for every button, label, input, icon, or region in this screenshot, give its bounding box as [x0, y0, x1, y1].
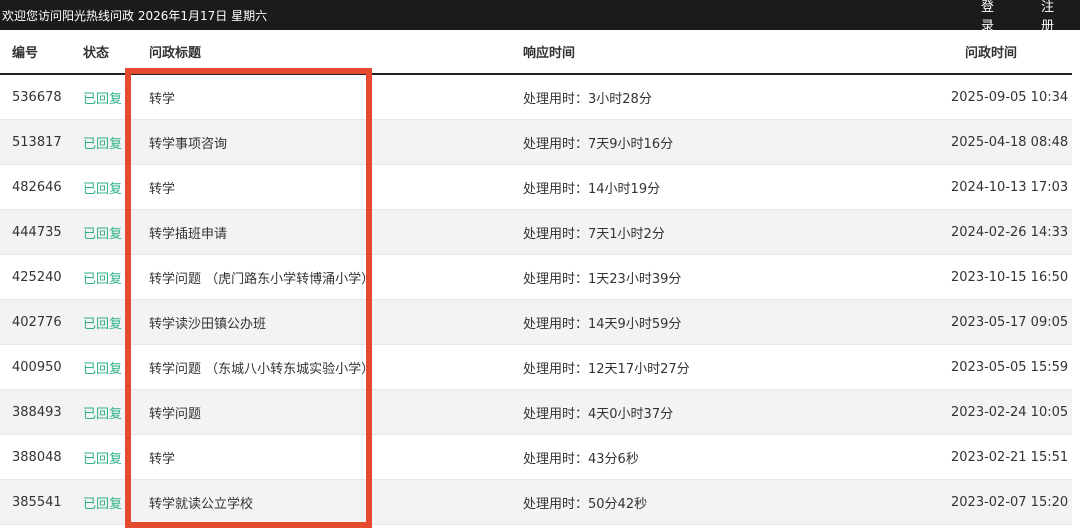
table-header-row: 编号 状态 问政标题 响应时间 问政时间: [0, 30, 1072, 75]
row-id: 482646: [0, 164, 83, 210]
row-response-time: 处理用时：7天1小时2分: [523, 209, 951, 255]
row-id: 388493: [0, 389, 83, 435]
header-id: 编号: [0, 30, 83, 75]
welcome-text: 欢迎您访问阳光热线问政 2026年1月17日 星期六: [2, 8, 268, 23]
table-row[interactable]: 536678 已回复 转学 处理用时：3小时28分 2025-09-05 10:…: [0, 74, 1072, 120]
row-status: 已回复: [83, 299, 149, 345]
row-title: 转学就读公立学校: [149, 479, 523, 525]
row-inquiry-time: 2024-10-13 17:03: [951, 164, 1072, 210]
table-row[interactable]: 385541 已回复 转学就读公立学校 处理用时：50分42秒 2023-02-…: [0, 479, 1072, 525]
table-row[interactable]: 388493 已回复 转学问题 处理用时：4天0小时37分 2023-02-24…: [0, 389, 1072, 435]
status-text: 已回复: [83, 496, 123, 512]
table-body: 536678 已回复 转学 处理用时：3小时28分 2025-09-05 10:…: [0, 74, 1072, 525]
login-link[interactable]: 登录: [981, 0, 994, 34]
row-status: 已回复: [83, 119, 149, 165]
table-row[interactable]: 400950 已回复 转学问题 （东城八小转东城实验小学） 处理用时：12天17…: [0, 344, 1072, 390]
title-link[interactable]: 转学问题: [149, 407, 201, 422]
row-title: 转学读沙田镇公办班: [149, 299, 523, 345]
row-title: 转学插班申请: [149, 209, 523, 255]
row-status: 已回复: [83, 479, 149, 525]
table-row[interactable]: 513817 已回复 转学事项咨询 处理用时：7天9小时16分 2025-04-…: [0, 119, 1072, 165]
row-id: 536678: [0, 74, 83, 120]
title-link[interactable]: 转学问题 （东城八小转东城实验小学）: [149, 362, 374, 377]
row-title: 转学: [149, 434, 523, 480]
row-status: 已回复: [83, 434, 149, 480]
table-row[interactable]: 402776 已回复 转学读沙田镇公办班 处理用时：14天9小时59分 2023…: [0, 299, 1072, 345]
status-text: 已回复: [83, 451, 123, 467]
header-status: 状态: [83, 30, 149, 75]
row-response-time: 处理用时：50分42秒: [523, 479, 951, 525]
status-text: 已回复: [83, 226, 123, 242]
inquiry-table: 编号 状态 问政标题 响应时间 问政时间 536678 已回复 转学 处理用时：…: [0, 30, 1072, 525]
row-inquiry-time: 2025-04-18 08:48: [951, 119, 1072, 165]
row-response-time: 处理用时：43分6秒: [523, 434, 951, 480]
table-row[interactable]: 444735 已回复 转学插班申请 处理用时：7天1小时2分 2024-02-2…: [0, 209, 1072, 255]
title-link[interactable]: 转学事项咨询: [149, 137, 227, 152]
row-title: 转学: [149, 74, 523, 120]
row-inquiry-time: 2023-10-15 16:50: [951, 254, 1072, 300]
row-status: 已回复: [83, 164, 149, 210]
row-response-time: 处理用时：4天0小时37分: [523, 389, 951, 435]
status-text: 已回复: [83, 316, 123, 332]
row-id: 513817: [0, 119, 83, 165]
status-text: 已回复: [83, 136, 123, 152]
row-status: 已回复: [83, 389, 149, 435]
status-text: 已回复: [83, 361, 123, 377]
title-link[interactable]: 转学读沙田镇公办班: [149, 317, 266, 332]
row-title: 转学: [149, 164, 523, 210]
row-inquiry-time: 2023-05-17 09:05: [951, 299, 1072, 345]
row-response-time: 处理用时：7天9小时16分: [523, 119, 951, 165]
row-status: 已回复: [83, 254, 149, 300]
row-title: 转学事项咨询: [149, 119, 523, 165]
status-text: 已回复: [83, 91, 123, 107]
row-title: 转学问题: [149, 389, 523, 435]
row-response-time: 处理用时：12天17小时27分: [523, 344, 951, 390]
row-id: 402776: [0, 299, 83, 345]
register-link[interactable]: 注册: [1041, 0, 1054, 34]
status-text: 已回复: [83, 271, 123, 287]
row-title: 转学问题 （东城八小转东城实验小学）: [149, 344, 523, 390]
title-link[interactable]: 转学就读公立学校: [149, 497, 253, 512]
row-status: 已回复: [83, 74, 149, 120]
status-text: 已回复: [83, 181, 123, 197]
row-status: 已回复: [83, 344, 149, 390]
title-link[interactable]: 转学插班申请: [149, 227, 227, 242]
row-response-time: 处理用时：1天23小时39分: [523, 254, 951, 300]
row-id: 400950: [0, 344, 83, 390]
status-text: 已回复: [83, 406, 123, 422]
row-inquiry-time: 2024-02-26 14:33: [951, 209, 1072, 255]
title-link[interactable]: 转学: [149, 452, 175, 467]
row-inquiry-time: 2023-02-07 15:20: [951, 479, 1072, 525]
row-inquiry-time: 2023-02-24 10:05: [951, 389, 1072, 435]
row-id: 444735: [0, 209, 83, 255]
title-link[interactable]: 转学: [149, 182, 175, 197]
header-inquiry-time: 问政时间: [951, 30, 1072, 75]
table-row[interactable]: 425240 已回复 转学问题 （虎门路东小学转博涌小学） 处理用时：1天23小…: [0, 254, 1072, 300]
row-response-time: 处理用时：14小时19分: [523, 164, 951, 210]
row-inquiry-time: 2023-05-05 15:59: [951, 344, 1072, 390]
title-link[interactable]: 转学: [149, 92, 175, 107]
row-id: 425240: [0, 254, 83, 300]
table-row[interactable]: 388048 已回复 转学 处理用时：43分6秒 2023-02-21 15:5…: [0, 434, 1072, 480]
row-inquiry-time: 2023-02-21 15:51: [951, 434, 1072, 480]
row-status: 已回复: [83, 209, 149, 255]
top-bar: 欢迎您访问阳光热线问政 2026年1月17日 星期六 登录 注册: [0, 0, 1080, 34]
row-inquiry-time: 2025-09-05 10:34: [951, 74, 1072, 120]
row-id: 388048: [0, 434, 83, 480]
row-response-time: 处理用时：3小时28分: [523, 74, 951, 120]
row-title: 转学问题 （虎门路东小学转博涌小学）: [149, 254, 523, 300]
table-row[interactable]: 482646 已回复 转学 处理用时：14小时19分 2024-10-13 17…: [0, 164, 1072, 210]
row-id: 385541: [0, 479, 83, 525]
header-response-time: 响应时间: [523, 30, 951, 75]
header-title: 问政标题: [149, 30, 523, 75]
row-response-time: 处理用时：14天9小时59分: [523, 299, 951, 345]
title-link[interactable]: 转学问题 （虎门路东小学转博涌小学）: [149, 272, 374, 287]
